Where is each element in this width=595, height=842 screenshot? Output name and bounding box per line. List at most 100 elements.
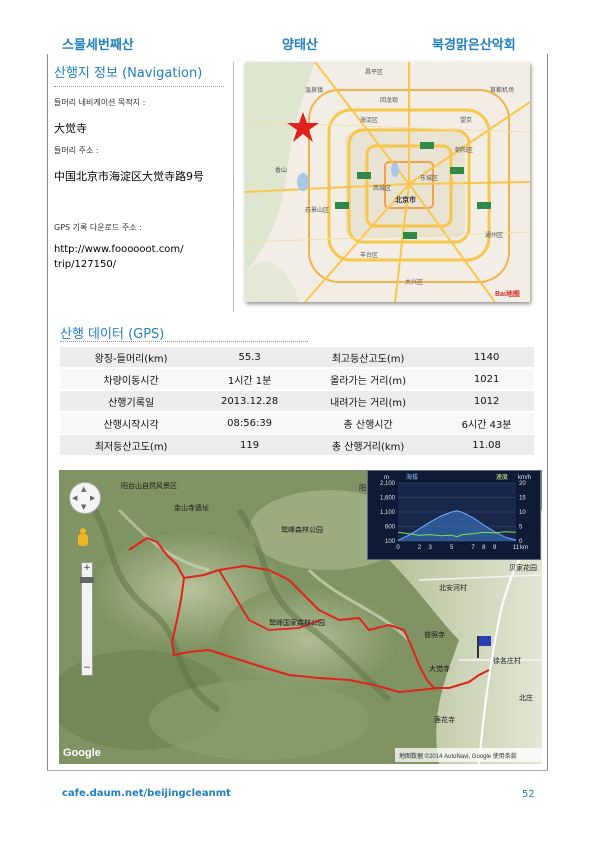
table-label-cell: 왕징-들머리(km) bbox=[60, 347, 203, 369]
cafe-link[interactable]: cafe.daum.net/beijingcleanmt bbox=[62, 788, 231, 799]
svg-text:首都机场: 首都机场 bbox=[490, 86, 514, 94]
svg-text:温泉镇: 温泉镇 bbox=[305, 86, 323, 94]
dest-value: 大觉寺 bbox=[54, 122, 87, 135]
table-label-cell: 총 산행시간 bbox=[296, 412, 440, 435]
table-value-cell: 55.3 bbox=[202, 347, 297, 369]
map-label-village2: 北安河村 bbox=[439, 583, 467, 592]
pan-right-icon[interactable]: ▶ bbox=[90, 494, 95, 502]
chart-legend-speed: 速度 bbox=[496, 473, 508, 481]
table-row: 산행기록일 2013.12.28 내려가는 거리(m) 1012 bbox=[60, 390, 534, 413]
street-view-pegman-icon[interactable] bbox=[77, 528, 89, 550]
zoom-out-button[interactable]: − bbox=[82, 663, 92, 673]
beijing-location-map: 温泉镇 香山 海淀区 朝阳区 丰台区 石景山区 西城区 东城区 通州区 大兴区 … bbox=[245, 62, 530, 302]
table-label-cell: 차량이동시간 bbox=[60, 368, 203, 391]
addr-value: 中国北京市海淀区大觉寺路9号 bbox=[54, 170, 204, 183]
chart-y-right-tick: 20 bbox=[519, 481, 526, 487]
chart-x-unit: km bbox=[520, 545, 528, 551]
chart-unit-m: m bbox=[384, 475, 389, 481]
addr-label: 들머리 주소 : bbox=[54, 146, 99, 155]
map-label-park2: 金山寺遗址 bbox=[174, 503, 209, 512]
table-value-cell: 6시간 43분 bbox=[439, 412, 534, 435]
table-value-cell: 1021 bbox=[439, 368, 534, 391]
zoom-slider[interactable]: + − bbox=[80, 562, 94, 676]
chart-y-left-tick: 600 bbox=[385, 525, 396, 531]
gps-url-line1[interactable]: http://www.foooooot.com/ bbox=[54, 242, 184, 257]
chart-y-left-tick: 2,100 bbox=[380, 481, 396, 487]
elevation-chart-svg: 2,100 201,600 151,100 10600 5100 00 2 3 5 7 8 9 11 km… bbox=[380, 473, 531, 551]
beijing-map-graphic: 温泉镇 香山 海淀区 朝阳区 丰台区 石景山区 西城区 东城区 通州区 大兴区 … bbox=[245, 62, 530, 302]
svg-text:回龙观: 回龙观 bbox=[380, 96, 398, 104]
gps-url-line2[interactable]: trip/127150/ bbox=[54, 257, 184, 272]
map-label-temple3: 莲花寺 bbox=[434, 715, 455, 724]
pan-down-icon[interactable]: ▼ bbox=[81, 503, 86, 511]
hiking-track-map[interactable]: 阳台山自然风景区 金山寺遗址 鹫峰森林公园 鹫峰国家森林公园 普照寺 大觉寺 莲… bbox=[59, 470, 542, 764]
table-label-cell: 내려가는 거리(m) bbox=[296, 390, 440, 413]
chart-x-tick: 2 bbox=[418, 545, 422, 551]
elevation-chart: 2,100 20 1,600 15 1,100 10 600 5 100 0 0 2 3 5 7 8 9 11 km… bbox=[367, 470, 541, 560]
chart-y-left-tick: 1,100 bbox=[380, 510, 396, 516]
pan-left-icon[interactable]: ◀ bbox=[72, 494, 77, 502]
bottom-border bbox=[47, 770, 548, 771]
svg-text:丰台区: 丰台区 bbox=[360, 251, 378, 259]
table-value-cell: 119 bbox=[202, 434, 297, 457]
chart-legend-altitude: 海拔 bbox=[406, 473, 418, 481]
chart-x-tick: 11 bbox=[513, 545, 520, 551]
chart-y-left-tick: 100 bbox=[385, 539, 396, 545]
map-label-temple2: 大觉寺 bbox=[429, 664, 450, 673]
pan-up-icon[interactable]: ▲ bbox=[81, 485, 86, 493]
column-divider bbox=[233, 62, 234, 312]
chart-x-tick: 8 bbox=[482, 545, 486, 551]
chart-y-right-tick: 15 bbox=[519, 496, 526, 502]
map-label-temple1: 普照寺 bbox=[424, 630, 445, 639]
table-row: 최저등산고도(m) 119 총 산행거리(km) 11.08 bbox=[60, 434, 534, 457]
svg-text:西城区: 西城区 bbox=[373, 185, 391, 192]
chart-y-right-tick: 5 bbox=[519, 525, 523, 531]
table-value-cell: 11.08 bbox=[439, 434, 534, 457]
google-logo: Google bbox=[63, 747, 101, 759]
table-label-cell: 산행시작시각 bbox=[60, 412, 203, 435]
map-label-road: 贝家花园 bbox=[509, 563, 537, 572]
nav-title-underline bbox=[54, 86, 224, 87]
header-club-name: 북경맑은산악회 bbox=[432, 38, 516, 53]
table-value-cell: 08:56:39 bbox=[202, 412, 297, 435]
svg-text:通州区: 通州区 bbox=[485, 231, 503, 239]
map-copyright: 地图数据 ©2014 AutoNavi, Google 使用条款 bbox=[399, 752, 517, 760]
table-row: 왕징-들머리(km) 55.3 최고등산고도(m) 1140 bbox=[60, 347, 534, 369]
chart-y-right-tick: 10 bbox=[519, 510, 526, 516]
map-label-park1: 阳台山自然风景区 bbox=[121, 481, 177, 490]
table-label-cell: 산행기록일 bbox=[60, 390, 203, 413]
map-center-label: 北京市 bbox=[395, 195, 416, 204]
dest-label: 들머리 네비게이션 목적지 : bbox=[54, 98, 146, 107]
zoom-handle[interactable] bbox=[80, 577, 94, 583]
left-border bbox=[47, 54, 48, 770]
map-label-park4: 鹫峰国家森林公园 bbox=[269, 618, 325, 627]
zoom-in-button[interactable]: + bbox=[82, 563, 92, 573]
svg-text:大兴区: 大兴区 bbox=[405, 278, 423, 286]
map-label-park3: 鹫峰森林公园 bbox=[281, 525, 323, 534]
svg-text:石景山区: 石景山区 bbox=[305, 206, 329, 214]
map-label-road2: 北庄 bbox=[519, 693, 533, 702]
gps-title-underline bbox=[60, 341, 308, 342]
chart-unit-kmh: km/h bbox=[518, 475, 531, 481]
table-value-cell: 2013.12.28 bbox=[202, 390, 297, 413]
gps-section-title: 산행 데이터 (GPS) bbox=[60, 327, 165, 342]
table-value-cell: 1140 bbox=[439, 347, 534, 369]
svg-text:朝阳区: 朝阳区 bbox=[455, 146, 473, 154]
gps-data-table: 왕징-들머리(km) 55.3 최고등산고도(m) 1140 차량이동시간 1시간 1분 올… bbox=[60, 347, 534, 457]
table-label-cell: 올라가는 거리(m) bbox=[296, 368, 440, 391]
table-label-cell: 최저등산고도(m) bbox=[60, 434, 203, 457]
gps-download-url[interactable]: http://www.foooooot.com/ trip/127150/ bbox=[54, 242, 184, 272]
map-pan-control[interactable]: ▲ ▼ ◀ ▶ bbox=[69, 482, 101, 514]
chart-x-tick: 5 bbox=[450, 545, 454, 551]
table-label-cell: 최고등산고도(m) bbox=[296, 347, 440, 369]
right-border bbox=[547, 54, 548, 770]
svg-text:望京: 望京 bbox=[460, 116, 472, 124]
svg-text:海淀区: 海淀区 bbox=[360, 116, 378, 124]
chart-x-tick: 7 bbox=[471, 545, 475, 551]
chart-x-tick: 9 bbox=[493, 545, 497, 551]
table-row: 차량이동시간 1시간 1분 올라가는 거리(m) 1021 bbox=[60, 368, 534, 391]
gps-download-label: GPS 기록 다운로드 주소 : bbox=[54, 223, 142, 232]
chart-y-left-tick: 1,600 bbox=[380, 496, 396, 502]
baidu-logo: Bai地图 bbox=[495, 289, 520, 298]
svg-text:香山: 香山 bbox=[275, 166, 287, 174]
